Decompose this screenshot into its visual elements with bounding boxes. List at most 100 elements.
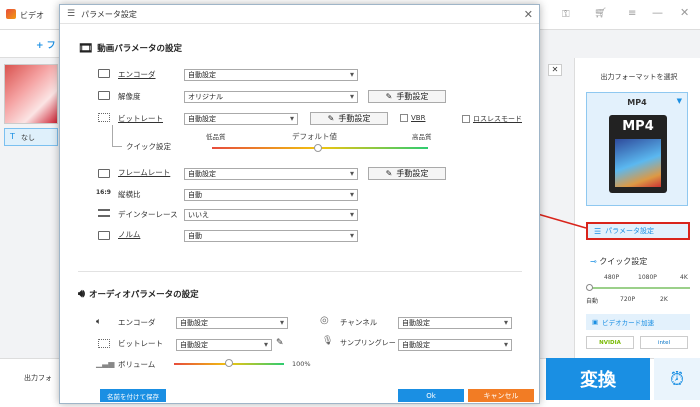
subtitle-select[interactable]: T なし	[4, 128, 58, 146]
norm-label[interactable]: ノルム	[118, 229, 140, 240]
quality-quick-label: クイック設定	[126, 142, 171, 151]
framerate-label[interactable]: フレームレート	[118, 167, 170, 178]
remove-item-icon[interactable]: ✕	[548, 64, 562, 76]
norm-select[interactable]: 自動	[184, 230, 358, 242]
audio-bitrate-label: ビットレート	[118, 339, 163, 348]
section-divider	[78, 271, 522, 272]
deinterlace-label: デインターレース	[118, 210, 178, 219]
cancel-button[interactable]: キャンセル	[468, 389, 534, 402]
high-quality-label: 高品質	[412, 133, 432, 141]
quick-tick-1080p: 1080P	[638, 274, 657, 281]
convert-button[interactable]: 変換	[546, 358, 650, 400]
resolution-manual-button[interactable]: ✎ 手動設定	[368, 90, 446, 103]
video-thumbnail	[4, 64, 58, 124]
sliders-icon: ☰	[594, 226, 602, 236]
video-bitrate-label[interactable]: ビットレート	[118, 113, 163, 124]
deinterlace-select[interactable]: いいえ	[184, 209, 358, 221]
quick-settings-label: ⊸ クイック設定	[590, 257, 648, 266]
menu-icon[interactable]: ≡	[628, 8, 636, 19]
save-as-button[interactable]: 名前を付けて保存	[100, 389, 166, 402]
quick-tick-4k: 4K	[680, 274, 688, 281]
quick-tick-720p: 720P	[620, 296, 636, 303]
quick-slider-knob[interactable]	[586, 284, 593, 291]
channel-select[interactable]: 自動設定	[398, 317, 512, 329]
close-app-icon[interactable]: ✕	[680, 6, 689, 19]
subtitle-value: なし	[21, 134, 35, 142]
app-title: ビデオ	[20, 11, 44, 20]
settings-sliders-icon: ☰	[67, 9, 76, 19]
add-file-toolbar[interactable]: + フ	[0, 30, 60, 58]
quality-slider-knob[interactable]	[314, 144, 322, 152]
default-quality-label: デフォルト値	[292, 132, 337, 141]
text-icon: T	[10, 132, 15, 141]
channel-icon: ◎	[320, 315, 329, 326]
output-folder-label: 出力フォ	[24, 374, 52, 382]
samplerate-label: サンプリングレート	[340, 339, 403, 347]
format-selector[interactable]: MP4 ▼ MP4	[586, 92, 688, 206]
quick-tick-480p: 480P	[604, 274, 620, 281]
nvidia-logo: NVIDIA	[586, 336, 634, 349]
chip-icon: ▣	[592, 318, 599, 326]
quick-tick-2k: 2K	[660, 296, 668, 303]
video-section-title: 🎞︎ 動画パラメータの設定	[78, 41, 182, 55]
mp4-file-icon: MP4	[609, 115, 667, 193]
app-logo-icon	[6, 9, 16, 19]
volume-icon: ▁▃▅	[96, 359, 115, 368]
norm-icon	[98, 231, 110, 240]
lossless-checkbox[interactable]: ロスレスモード	[462, 114, 522, 124]
resolution-icon	[98, 91, 110, 100]
framerate-manual-button[interactable]: ✎ 手動設定	[368, 167, 446, 180]
volume-slider-knob[interactable]	[225, 359, 233, 367]
speaker-gear-icon: 🔊︎	[78, 287, 85, 300]
encoder-icon	[98, 69, 110, 78]
video-encoder-select[interactable]: 自動設定	[184, 69, 358, 81]
parameter-settings-button[interactable]: ☰ パラメータ設定	[586, 222, 690, 240]
bitrate-icon	[98, 113, 110, 122]
pencil-icon[interactable]: ✎	[276, 338, 284, 348]
audio-section-title: 🔊︎ オーディオパラメータの設定	[78, 287, 199, 300]
pencil-icon: ✎	[385, 169, 393, 178]
resolution-label: 解像度	[118, 92, 141, 101]
volume-value: 100%	[292, 360, 311, 368]
dialog-title: パラメータ設定	[81, 9, 137, 19]
format-name: MP4	[627, 98, 647, 107]
parameter-settings-dialog: ☰ パラメータ設定 ✕ 🎞︎ 動画パラメータの設定 エンコーダ 自動設定 解像度…	[59, 4, 540, 404]
gpu-acceleration-button[interactable]: ▣ ビデオカード加速	[586, 314, 690, 330]
add-file-label[interactable]: + フ	[36, 38, 56, 51]
video-encoder-label[interactable]: エンコーダ	[118, 69, 156, 80]
channel-label: チャンネル	[340, 318, 378, 327]
framerate-select[interactable]: 自動設定	[184, 168, 358, 180]
volume-label: ボリューム	[118, 360, 156, 369]
close-icon[interactable]: ✕	[524, 8, 533, 21]
audio-bitrate-icon	[98, 339, 110, 348]
film-gear-icon: 🎞︎	[78, 41, 94, 55]
bracket-connector	[112, 125, 122, 147]
aspect-ratio-icon: 16:9	[96, 189, 111, 196]
audio-encoder-icon: 🔈︎	[96, 317, 102, 327]
cart-icon[interactable]: 🛒︎	[594, 8, 607, 19]
pencil-icon: ✎	[385, 92, 393, 101]
low-quality-label: 低品質	[206, 133, 226, 141]
aspect-ratio-select[interactable]: 自動	[184, 189, 358, 201]
aspect-ratio-label: 縦横比	[118, 190, 141, 199]
samplerate-select[interactable]: 自動設定	[398, 339, 512, 351]
quick-tick-auto: 自動	[586, 298, 599, 305]
minimize-icon[interactable]: —	[652, 6, 663, 19]
audio-encoder-select[interactable]: 自動設定	[176, 317, 288, 329]
ok-button[interactable]: Ok	[398, 389, 464, 402]
pencil-icon: ✎	[327, 114, 335, 123]
quick-slider-track[interactable]	[590, 287, 690, 289]
bitrate-manual-button[interactable]: ✎ 手動設定	[310, 112, 388, 125]
video-bitrate-select[interactable]: 自動設定	[184, 113, 298, 125]
resolution-select[interactable]: オリジナル	[184, 91, 358, 103]
audio-encoder-label: エンコーダ	[118, 318, 156, 327]
audio-bitrate-select[interactable]: 自動設定	[176, 339, 272, 351]
vbr-checkbox[interactable]: VBR	[400, 114, 425, 122]
output-format-title: 出力フォーマットを選択	[600, 73, 678, 81]
key-icon[interactable]: ⚿	[562, 9, 570, 20]
dropdown-icon[interactable]: ▼	[677, 97, 682, 105]
framerate-icon	[98, 169, 110, 178]
deinterlace-icon	[98, 209, 110, 217]
microphone-icon: 🎙︎	[322, 336, 334, 346]
alarm-clock-icon[interactable]: ⏰︎	[654, 358, 700, 400]
